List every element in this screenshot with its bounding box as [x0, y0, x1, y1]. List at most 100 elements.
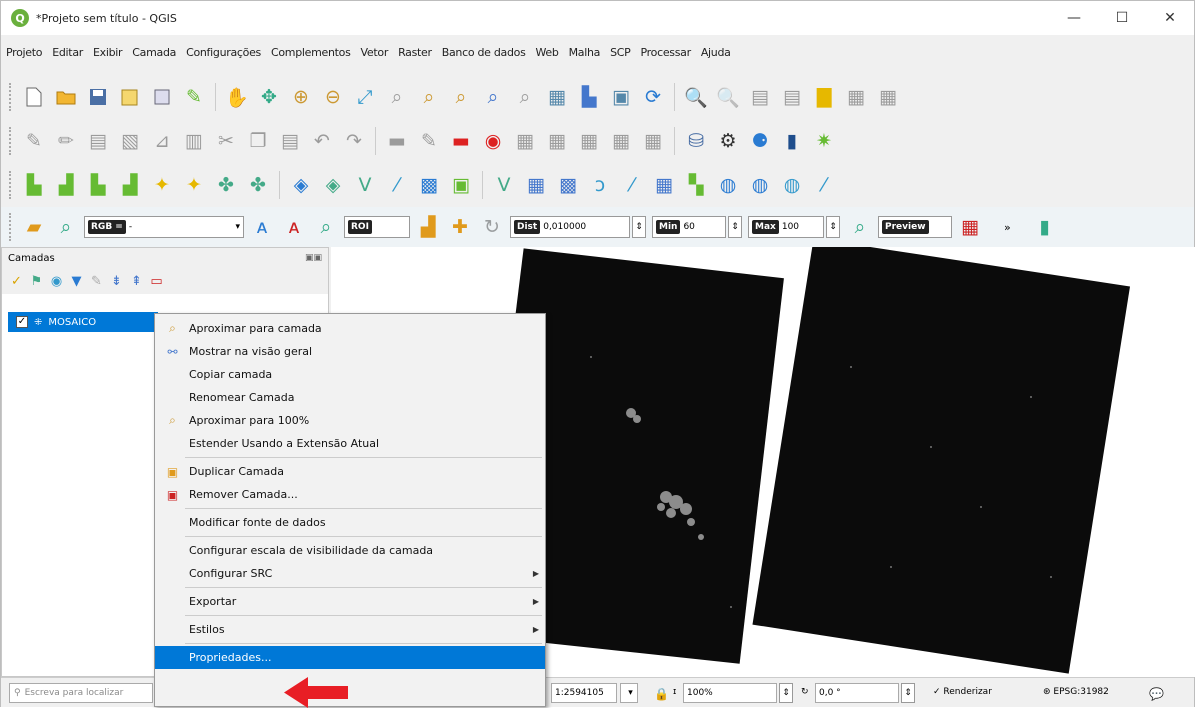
menu-item-show-in-overview[interactable]: ⚯ Mostrar na visão geral	[155, 340, 545, 363]
roi-redo-icon[interactable]: ↻	[476, 211, 508, 243]
spatial-bookmark-icon[interactable]: ▣	[605, 81, 637, 113]
layer-styling-icon[interactable]: ✓	[8, 274, 25, 289]
save-project-icon[interactable]	[82, 81, 114, 113]
menu-ajuda[interactable]: Ajuda	[696, 46, 736, 59]
scp-dock-icon[interactable]: ▰	[18, 211, 50, 243]
add-oracle-icon[interactable]: ✤	[242, 169, 274, 201]
menu-camada[interactable]: Camada	[127, 46, 181, 59]
maximize-button[interactable]: ☐	[1099, 1, 1145, 35]
help-book-icon[interactable]: ▮	[776, 125, 808, 157]
panel-close-icon[interactable]: ▣▣	[305, 253, 322, 263]
zoom-out-icon[interactable]: ⊖	[317, 81, 349, 113]
zoom-in-icon[interactable]: ⊕	[285, 81, 317, 113]
filter-legend-icon[interactable]: ▼	[68, 274, 85, 289]
menu-item-export[interactable]: Exportar ▶	[155, 590, 545, 613]
filter-expression-icon[interactable]: ✎	[88, 274, 105, 289]
menu-item-rename-layer[interactable]: Renomear Camada	[155, 386, 545, 409]
zoom-layer-icon[interactable]: ⌕	[413, 81, 445, 113]
zoom-native-icon[interactable]: ⌕	[445, 81, 477, 113]
rotation-field[interactable]: 0,0 °	[815, 683, 899, 703]
add-layer-dropdown-icon[interactable]: ▚	[680, 169, 712, 201]
redo-icon[interactable]: ↷	[338, 125, 370, 157]
diagram-move-icon[interactable]: ▦	[605, 125, 637, 157]
crs-button[interactable]: ⊛ EPSG:31982	[1043, 687, 1109, 697]
add-service-dropdown-icon[interactable]: ⁄	[808, 169, 840, 201]
menu-configuracoes[interactable]: Configurações	[181, 46, 266, 59]
new-geopackage-icon[interactable]: V	[488, 169, 520, 201]
menu-banco-de-dados[interactable]: Banco de dados	[437, 46, 531, 59]
lock-scale-icon[interactable]: 🔒	[654, 687, 669, 701]
minimize-button[interactable]: —	[1051, 1, 1097, 35]
plugin-globe-icon[interactable]: ⚙	[712, 125, 744, 157]
scp-zoom-input-icon[interactable]: ⌕	[50, 211, 82, 243]
add-wfs-icon[interactable]: ◈	[317, 169, 349, 201]
close-button[interactable]: ✕	[1147, 1, 1193, 35]
magnifier-field[interactable]: 100%	[683, 683, 777, 703]
text-annotation-icon[interactable]: ▇	[808, 81, 840, 113]
add-feature-icon[interactable]: ▧	[114, 125, 146, 157]
magnifier-stepper[interactable]: ⇕	[779, 683, 793, 703]
label-rotate-icon[interactable]: ▦	[541, 125, 573, 157]
data-source-manager-icon[interactable]: ▦	[648, 169, 680, 201]
menu-malha[interactable]: Malha	[564, 46, 606, 59]
menu-scp[interactable]: SCP	[605, 46, 635, 59]
label-highlight-icon[interactable]: ▬	[445, 125, 477, 157]
layer-item-mosaico[interactable]: ✓ ⁜ MOSAICO	[8, 312, 158, 332]
render-checkbox[interactable]: ✓ Renderizar	[933, 687, 992, 697]
map-tips-icon[interactable]: ▤	[776, 81, 808, 113]
scp-tool-icon[interactable]: ▮	[1029, 211, 1061, 243]
new-project-icon[interactable]	[18, 81, 50, 113]
add-wms-icon[interactable]: ◈	[285, 169, 317, 201]
label-tool-icon[interactable]: ▬	[381, 125, 413, 157]
open-project-icon[interactable]	[50, 81, 82, 113]
new-shapefile-icon[interactable]: ▦	[520, 169, 552, 201]
label-change-icon[interactable]: ▦	[573, 125, 605, 157]
label-properties-icon[interactable]: ▦	[637, 125, 669, 157]
roi-combo[interactable]: ROI	[344, 216, 410, 238]
remove-layer-icon[interactable]: ▭	[148, 274, 165, 289]
add-mesh-icon[interactable]: ▙	[82, 169, 114, 201]
field-calculator-icon[interactable]: ▦	[872, 81, 904, 113]
add-mssql-icon[interactable]: ✤	[210, 169, 242, 201]
zoom-full-icon[interactable]: ⤢	[349, 81, 381, 113]
new-print-layout-icon[interactable]	[114, 81, 146, 113]
menu-item-remove-layer[interactable]: ▣ Remover Camada...	[155, 483, 545, 506]
menu-vetor[interactable]: Vetor	[356, 46, 394, 59]
min-stepper[interactable]: ⇕	[728, 216, 742, 238]
add-web-layer-dropdown-icon[interactable]: ◍	[712, 169, 744, 201]
python-console-icon[interactable]: ⚈	[744, 125, 776, 157]
db-manager-icon[interactable]: ⛁	[680, 125, 712, 157]
grass-icon[interactable]: ✷	[808, 125, 840, 157]
add-delimited-text-icon[interactable]: ▟	[114, 169, 146, 201]
new-3d-map-icon[interactable]: ▙	[573, 81, 605, 113]
select-features-icon[interactable]: 🔍	[712, 81, 744, 113]
new-temp-layer-icon[interactable]: ▩	[552, 169, 584, 201]
menu-item-change-data-source[interactable]: Modificar fonte de dados	[155, 511, 545, 534]
toolbar-overflow-button[interactable]: »	[1004, 221, 1011, 234]
save-edits-icon[interactable]: ▤	[82, 125, 114, 157]
roi-pointer-icon[interactable]: ▟	[412, 211, 444, 243]
current-edits-icon[interactable]: ✎	[18, 125, 50, 157]
rgb-combo[interactable]: RGB = - ▾	[84, 216, 244, 238]
add-arcgis-icon[interactable]: ⁄	[381, 169, 413, 201]
rotation-stepper[interactable]: ⇕	[901, 683, 915, 703]
cut-features-icon[interactable]: ✂	[210, 125, 242, 157]
vertex-tool-icon[interactable]: ⊿	[146, 125, 178, 157]
add-raster-icon[interactable]: ▟	[50, 169, 82, 201]
zoom-last-icon[interactable]: ⌕	[477, 81, 509, 113]
new-spatialite-icon[interactable]: ↄ	[584, 169, 616, 201]
menu-complementos[interactable]: Complementos	[266, 46, 356, 59]
measure-icon[interactable]: ▤	[744, 81, 776, 113]
pan-to-selection-icon[interactable]: ✥	[253, 81, 285, 113]
add-vector-tile-icon[interactable]: ▩	[413, 169, 445, 201]
messages-icon[interactable]: 💬	[1149, 687, 1164, 701]
label-move-icon[interactable]: ▦	[509, 125, 541, 157]
add-spatialite-icon[interactable]: ✦	[146, 169, 178, 201]
menu-item-set-crs[interactable]: Configurar SRC ▶	[155, 562, 545, 585]
add-group-icon[interactable]: ⚑	[28, 274, 45, 289]
layout-manager-icon[interactable]	[146, 81, 178, 113]
label-pin-icon[interactable]: ✎	[413, 125, 445, 157]
identify-features-icon[interactable]: 🔍	[680, 81, 712, 113]
zoom-next-icon[interactable]: ⌕	[509, 81, 541, 113]
new-virtual-icon[interactable]: ⁄	[616, 169, 648, 201]
